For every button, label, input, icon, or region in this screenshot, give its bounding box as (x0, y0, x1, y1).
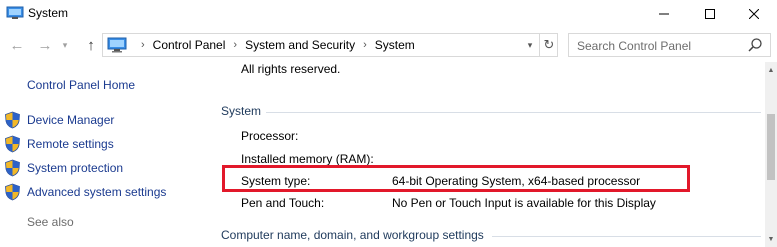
pen-and-touch-value: No Pen or Touch Input is available for t… (392, 196, 656, 210)
pen-and-touch-label: Pen and Touch: (241, 196, 325, 210)
maximize-button[interactable] (687, 0, 733, 28)
address-dropdown-button[interactable]: ▾ (521, 34, 539, 56)
chevron-down-icon: ▼ (767, 235, 775, 243)
see-also-heading: See also (27, 215, 74, 229)
close-icon (749, 9, 759, 19)
forward-button[interactable]: → (34, 34, 56, 56)
search-icon (748, 38, 762, 52)
sidebar-item-device-manager[interactable]: Device Manager (4, 110, 114, 130)
vertical-scrollbar[interactable]: ▲ ▼ (765, 62, 777, 247)
back-arrow-icon: ← (9, 36, 25, 54)
main-content: All rights reserved. System Processor: I… (210, 62, 765, 247)
sidebar: Control Panel Home Device Manager Remote… (0, 62, 200, 247)
section-divider (266, 112, 761, 113)
breadcrumb-system[interactable]: System (375, 38, 415, 52)
sidebar-item-label: Advanced system settings (27, 185, 167, 199)
shield-icon (5, 111, 20, 129)
installed-memory-label: Installed memory (RAM): (241, 152, 374, 166)
search-placeholder: Search Control Panel (577, 39, 692, 53)
breadcrumb-separator-icon: › (141, 39, 145, 51)
refresh-button[interactable]: ↻ (539, 34, 558, 56)
chevron-up-icon: ▲ (767, 66, 775, 74)
sidebar-item-advanced-system-settings[interactable]: Advanced system settings (4, 182, 166, 202)
up-button[interactable]: ↑ (80, 34, 102, 56)
navigation-bar: ← → ▾ ↑ › Control Panel › System and Sec… (0, 30, 777, 60)
search-input[interactable]: Search Control Panel (568, 33, 771, 57)
close-button[interactable] (731, 0, 777, 28)
scroll-up-button[interactable]: ▲ (765, 64, 777, 76)
system-computer-icon (6, 6, 24, 19)
control-panel-home-link[interactable]: Control Panel Home (27, 78, 135, 92)
system-type-highlight (222, 165, 690, 192)
sidebar-item-label: System protection (27, 161, 124, 175)
breadcrumb-system-and-security[interactable]: System and Security (245, 38, 355, 52)
processor-label: Processor: (241, 129, 299, 143)
breadcrumb-separator-icon[interactable]: › (233, 39, 237, 51)
section-divider (492, 236, 761, 237)
system-section-heading: System (221, 104, 262, 118)
maximize-icon (705, 9, 715, 19)
breadcrumb: › Control Panel › System and Security › … (133, 38, 415, 52)
chevron-down-icon: ▾ (62, 39, 68, 50)
breadcrumb-control-panel[interactable]: Control Panel (153, 38, 226, 52)
title-bar: System (0, 0, 777, 28)
chevron-down-icon: ▾ (527, 39, 533, 50)
scroll-down-button[interactable]: ▼ (765, 233, 777, 245)
copyright-text: All rights reserved. (241, 62, 341, 76)
up-arrow-icon: ↑ (87, 36, 95, 54)
control-panel-icon (107, 37, 127, 53)
minimize-button[interactable] (641, 0, 687, 28)
shield-icon (5, 183, 20, 201)
forward-arrow-icon: → (37, 36, 53, 54)
minimize-icon (659, 13, 669, 15)
shield-icon (5, 135, 20, 153)
sidebar-item-label: Remote settings (27, 137, 114, 151)
breadcrumb-separator-icon[interactable]: › (363, 39, 367, 51)
sidebar-item-system-protection[interactable]: System protection (4, 158, 123, 178)
shield-icon (5, 159, 20, 177)
window-title: System (28, 6, 69, 20)
address-bar[interactable]: › Control Panel › System and Security › … (102, 33, 558, 57)
sidebar-item-label: Device Manager (27, 113, 115, 127)
sidebar-item-remote-settings[interactable]: Remote settings (4, 134, 114, 154)
scroll-thumb[interactable] (767, 114, 775, 180)
computer-name-section-heading: Computer name, domain, and workgroup set… (221, 228, 484, 242)
back-button[interactable]: ← (6, 34, 28, 56)
recent-locations-button[interactable]: ▾ (58, 34, 72, 56)
refresh-icon: ↻ (543, 37, 555, 52)
